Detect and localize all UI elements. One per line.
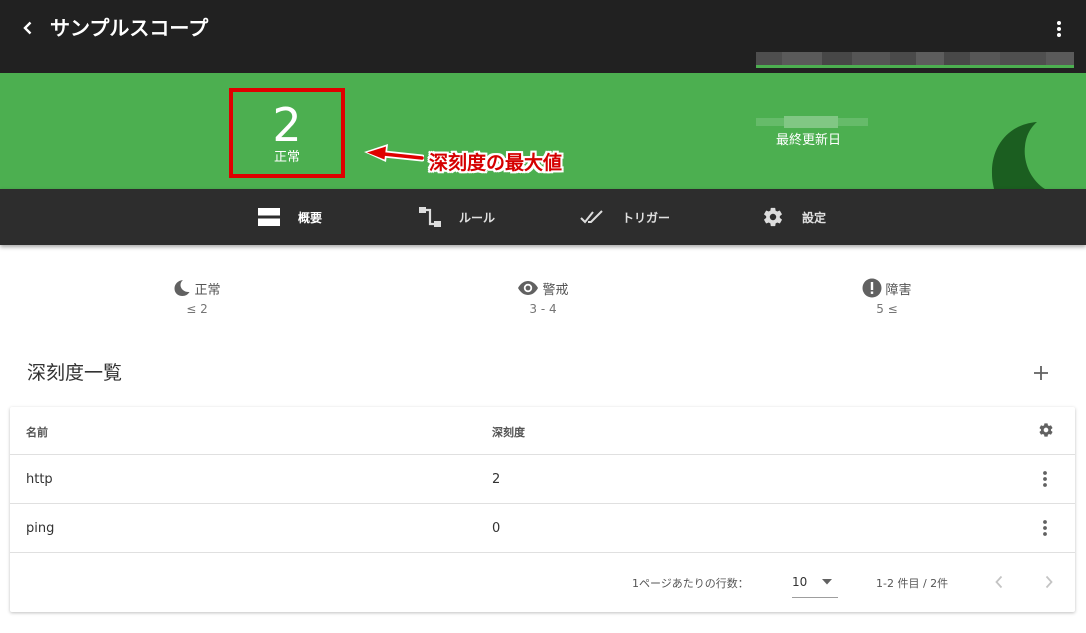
more-vert-icon <box>1043 520 1047 536</box>
prev-page-button[interactable] <box>988 571 1010 593</box>
chevron-left-icon <box>995 575 1003 589</box>
row-severity: 0 <box>492 521 501 536</box>
flow-icon <box>419 207 441 227</box>
legend-normal: 正常 ≤ 2 <box>137 278 257 316</box>
legend-warning: 警戒 3 - 4 <box>483 278 603 316</box>
double-check-icon <box>580 210 603 224</box>
updated-date-redacted <box>756 115 868 131</box>
view-agenda-icon <box>258 208 280 226</box>
table-header: 名前 深刻度 <box>10 407 1075 455</box>
rows-per-page-value: 10 <box>792 575 808 589</box>
status-banner: 2 正常 深刻度の最大値 最終更新日 <box>0 73 1086 189</box>
annotation-label: 深刻度の最大値 <box>429 152 563 174</box>
section-nav: 概要 ルール トリガー 設定 <box>0 189 1086 245</box>
last-updated-label: 最終更新日 <box>776 133 842 148</box>
column-settings-button[interactable] <box>1036 420 1056 440</box>
gear-icon <box>764 207 782 227</box>
tab-triggers-label: トリガー <box>622 210 671 225</box>
tab-rules[interactable]: ルール <box>419 189 495 245</box>
eye-icon <box>518 281 539 295</box>
chevron-left-icon <box>23 21 32 35</box>
severity-list-title: 深刻度一覧 <box>27 362 123 384</box>
more-menu-button[interactable] <box>1046 14 1072 44</box>
pagination-range: 1-2 件目 / 2件 <box>876 577 949 590</box>
add-severity-button[interactable] <box>1028 360 1054 386</box>
tab-overview-label: 概要 <box>298 210 323 225</box>
moon-icon <box>174 280 190 296</box>
tab-settings-label: 設定 <box>802 210 827 225</box>
chevron-right-icon <box>1045 575 1053 589</box>
app-bar: サンプルスコープ <box>0 0 1086 73</box>
max-severity-highlight: 2 正常 <box>229 88 345 178</box>
legend-failure-label: 障害 <box>885 282 912 298</box>
more-vert-icon <box>1043 471 1047 487</box>
table-row[interactable]: ping 0 <box>10 504 1075 553</box>
rows-per-page-label: 1ページあたりの行数： <box>632 577 749 590</box>
legend-normal-range: ≤ 2 <box>186 302 208 316</box>
row-menu-button[interactable] <box>1034 467 1056 491</box>
legend-failure-range: 5 ≤ <box>876 302 898 316</box>
legend-warning-range: 3 - 4 <box>529 302 557 316</box>
next-page-button[interactable] <box>1038 571 1060 593</box>
annotation-arrow-icon <box>364 144 424 162</box>
row-name: ping <box>26 521 55 536</box>
tab-overview[interactable]: 概要 <box>258 189 322 245</box>
blurred-tabs <box>756 52 1074 65</box>
row-name: http <box>26 472 53 487</box>
legend-warning-label: 警戒 <box>542 282 569 298</box>
row-menu-button[interactable] <box>1034 516 1056 540</box>
tab-rules-label: ルール <box>459 210 496 225</box>
table-row[interactable]: http 2 <box>10 455 1075 504</box>
column-header-severity[interactable]: 深刻度 <box>492 424 525 440</box>
caret-down-icon <box>822 579 832 585</box>
plus-icon <box>1034 366 1048 380</box>
severity-table: 名前 深刻度 http 2 ping 0 1ページあたりの行数： 10 1-2 … <box>10 407 1075 612</box>
page-title: サンプルスコープ <box>50 16 209 40</box>
gear-icon <box>1039 423 1053 437</box>
max-severity-value: 2 <box>272 98 302 152</box>
column-header-name[interactable]: 名前 <box>26 424 48 440</box>
back-button[interactable] <box>14 14 42 42</box>
tab-indicator <box>756 65 1074 68</box>
alert-circle-icon <box>862 278 882 298</box>
max-severity-status: 正常 <box>273 150 300 165</box>
row-severity: 2 <box>492 472 501 487</box>
more-vert-icon <box>1057 21 1061 37</box>
moon-icon <box>991 122 1045 189</box>
tab-triggers[interactable]: トリガー <box>580 189 670 245</box>
rows-per-page-select[interactable]: 10 <box>792 570 838 598</box>
legend-failure: 障害 5 ≤ <box>827 278 947 316</box>
tab-settings[interactable]: 設定 <box>762 189 826 245</box>
legend-normal-label: 正常 <box>194 282 221 298</box>
